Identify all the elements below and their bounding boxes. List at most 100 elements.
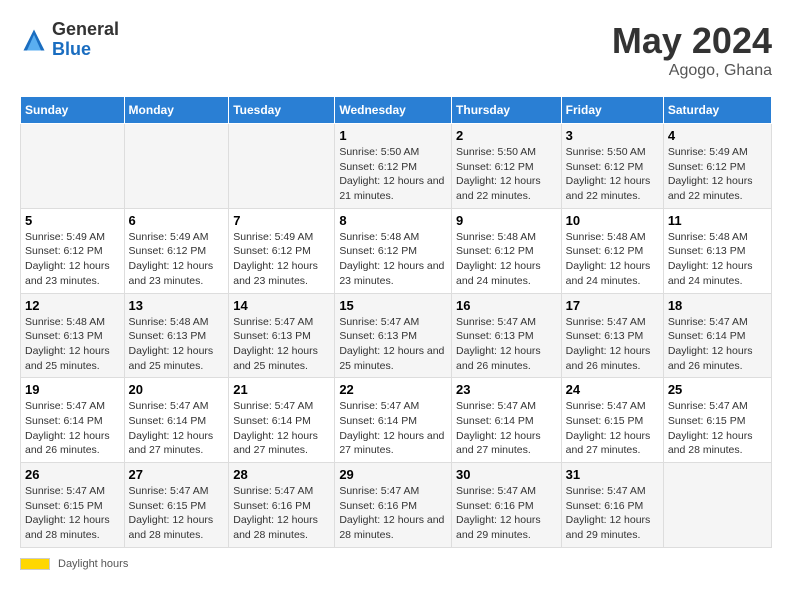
day-info: Sunrise: 5:47 AMSunset: 6:13 PMDaylight:… [339, 315, 447, 374]
day-cell: 6Sunrise: 5:49 AMSunset: 6:12 PMDaylight… [124, 208, 229, 293]
day-number: 14 [233, 298, 330, 313]
day-number: 24 [566, 382, 659, 397]
logo-general-text: General [52, 19, 119, 39]
day-cell: 19 Sunrise: 5:47 AMSunset: 6:14 PMDayligh… [21, 378, 125, 463]
day-info: Sunrise: 5:47 AMSunset: 6:14 PMDaylight:… [129, 399, 225, 458]
day-info: Sunrise: 5:48 AMSunset: 6:12 PMDaylight:… [566, 230, 659, 289]
day-cell: 8 Sunrise: 5:48 AMSunset: 6:12 PMDaylight… [335, 208, 452, 293]
day-number: 6 [129, 213, 225, 228]
day-info: Sunrise: 5:47 AMSunset: 6:14 PMDaylight:… [456, 399, 557, 458]
day-cell: 24 Sunrise: 5:47 AMSunset: 6:15 PMDayligh… [561, 378, 663, 463]
day-info: Sunrise: 5:49 AMSunset: 6:12 PMDaylight:… [233, 230, 330, 289]
day-cell: 4 Sunrise: 5:49 AMSunset: 6:12 PMDaylight… [663, 124, 771, 209]
logo-blue-text: Blue [52, 39, 91, 59]
col-header-wednesday: Wednesday [335, 97, 452, 124]
day-cell [21, 124, 125, 209]
day-cell: 21 Sunrise: 5:47 AMSunset: 6:14 PMDayligh… [229, 378, 335, 463]
day-info: Sunrise: 5:50 AMSunset: 6:12 PMDaylight:… [566, 145, 659, 204]
day-number: 30 [456, 467, 557, 482]
day-cell: 23Sunrise: 5:47 AMSunset: 6:14 PMDayligh… [452, 378, 562, 463]
day-number: 17 [566, 298, 659, 313]
day-info: Sunrise: 5:50 AMSunset: 6:12 PMDaylight:… [339, 145, 447, 204]
day-cell: 30 Sunrise: 5:47 AMSunset: 6:16 PMDayligh… [452, 463, 562, 548]
day-cell: 13 Sunrise: 5:48 AMSunset: 6:13 PMDayligh… [124, 293, 229, 378]
day-number: 22 [339, 382, 447, 397]
day-cell: 5 Sunrise: 5:49 AMSunset: 6:12 PMDaylight… [21, 208, 125, 293]
day-cell [124, 124, 229, 209]
week-row-4: 19 Sunrise: 5:47 AMSunset: 6:14 PMDayligh… [21, 378, 772, 463]
day-number: 13 [129, 298, 225, 313]
day-info: Sunrise: 5:47 AMSunset: 6:16 PMDaylight:… [456, 484, 557, 543]
day-cell: 2 Sunrise: 5:50 AMSunset: 6:12 PMDaylight… [452, 124, 562, 209]
day-cell: 14 Sunrise: 5:47 AMSunset: 6:13 PMDayligh… [229, 293, 335, 378]
day-info: Sunrise: 5:47 AMSunset: 6:15 PMDaylight:… [25, 484, 120, 543]
week-row-2: 5 Sunrise: 5:49 AMSunset: 6:12 PMDaylight… [21, 208, 772, 293]
col-header-tuesday: Tuesday [229, 97, 335, 124]
day-cell: 22Sunrise: 5:47 AMSunset: 6:14 PMDayligh… [335, 378, 452, 463]
day-info: Sunrise: 5:49 AMSunset: 6:12 PMDaylight:… [25, 230, 120, 289]
day-info: Sunrise: 5:48 AMSunset: 6:12 PMDaylight:… [456, 230, 557, 289]
day-number: 29 [339, 467, 447, 482]
day-info: Sunrise: 5:48 AMSunset: 6:13 PMDaylight:… [25, 315, 120, 374]
day-number: 20 [129, 382, 225, 397]
day-info: Sunrise: 5:48 AMSunset: 6:12 PMDaylight:… [339, 230, 447, 289]
week-row-3: 12 Sunrise: 5:48 AMSunset: 6:13 PMDayligh… [21, 293, 772, 378]
day-info: Sunrise: 5:48 AMSunset: 6:13 PMDaylight:… [129, 315, 225, 374]
col-header-sunday: Sunday [21, 97, 125, 124]
day-info: Sunrise: 5:47 AMSunset: 6:14 PMDaylight:… [25, 399, 120, 458]
day-number: 19 [25, 382, 120, 397]
subtitle: Agogo, Ghana [612, 62, 772, 80]
day-cell [663, 463, 771, 548]
day-cell: 10 Sunrise: 5:48 AMSunset: 6:12 PMDayligh… [561, 208, 663, 293]
col-header-thursday: Thursday [452, 97, 562, 124]
day-info: Sunrise: 5:47 AMSunset: 6:16 PMDaylight:… [566, 484, 659, 543]
col-header-monday: Monday [124, 97, 229, 124]
day-number: 26 [25, 467, 120, 482]
day-number: 8 [339, 213, 447, 228]
logo: General Blue [20, 20, 119, 60]
day-cell: 27Sunrise: 5:47 AMSunset: 6:15 PMDayligh… [124, 463, 229, 548]
week-row-1: 1Sunrise: 5:50 AMSunset: 6:12 PMDaylight… [21, 124, 772, 209]
footer: Daylight hours [20, 558, 772, 570]
header-row: SundayMondayTuesdayWednesdayThursdayFrid… [21, 97, 772, 124]
day-info: Sunrise: 5:49 AMSunset: 6:12 PMDaylight:… [668, 145, 767, 204]
day-cell: 11Sunrise: 5:48 AMSunset: 6:13 PMDayligh… [663, 208, 771, 293]
day-info: Sunrise: 5:47 AMSunset: 6:15 PMDaylight:… [566, 399, 659, 458]
day-info: Sunrise: 5:47 AMSunset: 6:16 PMDaylight:… [233, 484, 330, 543]
logo-icon [20, 26, 48, 54]
day-info: Sunrise: 5:50 AMSunset: 6:12 PMDaylight:… [456, 145, 557, 204]
day-number: 21 [233, 382, 330, 397]
day-number: 4 [668, 128, 767, 143]
day-info: Sunrise: 5:47 AMSunset: 6:16 PMDaylight:… [339, 484, 447, 543]
day-number: 2 [456, 128, 557, 143]
col-header-saturday: Saturday [663, 97, 771, 124]
page-header: General Blue May 2024 Agogo, Ghana [20, 20, 772, 80]
day-cell: 16Sunrise: 5:47 AMSunset: 6:13 PMDayligh… [452, 293, 562, 378]
day-cell: 9 Sunrise: 5:48 AMSunset: 6:12 PMDaylight… [452, 208, 562, 293]
calendar-table: SundayMondayTuesdayWednesdayThursdayFrid… [20, 96, 772, 548]
day-cell: 20 Sunrise: 5:47 AMSunset: 6:14 PMDayligh… [124, 378, 229, 463]
day-info: Sunrise: 5:47 AMSunset: 6:15 PMDaylight:… [129, 484, 225, 543]
daylight-bar-icon [20, 558, 50, 570]
day-number: 18 [668, 298, 767, 313]
main-title: May 2024 [612, 20, 772, 62]
day-number: 10 [566, 213, 659, 228]
day-number: 31 [566, 467, 659, 482]
day-number: 12 [25, 298, 120, 313]
day-info: Sunrise: 5:47 AMSunset: 6:13 PMDaylight:… [566, 315, 659, 374]
day-info: Sunrise: 5:47 AMSunset: 6:13 PMDaylight:… [233, 315, 330, 374]
day-number: 25 [668, 382, 767, 397]
day-info: Sunrise: 5:47 AMSunset: 6:14 PMDaylight:… [233, 399, 330, 458]
day-cell: 1Sunrise: 5:50 AMSunset: 6:12 PMDaylight… [335, 124, 452, 209]
day-number: 16 [456, 298, 557, 313]
day-info: Sunrise: 5:47 AMSunset: 6:14 PMDaylight:… [668, 315, 767, 374]
day-number: 5 [25, 213, 120, 228]
day-cell: 15Sunrise: 5:47 AMSunset: 6:13 PMDayligh… [335, 293, 452, 378]
day-number: 9 [456, 213, 557, 228]
day-cell: 26 Sunrise: 5:47 AMSunset: 6:15 PMDayligh… [21, 463, 125, 548]
day-info: Sunrise: 5:48 AMSunset: 6:13 PMDaylight:… [668, 230, 767, 289]
day-cell: 28Sunrise: 5:47 AMSunset: 6:16 PMDayligh… [229, 463, 335, 548]
day-cell: 7Sunrise: 5:49 AMSunset: 6:12 PMDaylight… [229, 208, 335, 293]
day-cell: 25Sunrise: 5:47 AMSunset: 6:15 PMDayligh… [663, 378, 771, 463]
day-cell: 3Sunrise: 5:50 AMSunset: 6:12 PMDaylight… [561, 124, 663, 209]
